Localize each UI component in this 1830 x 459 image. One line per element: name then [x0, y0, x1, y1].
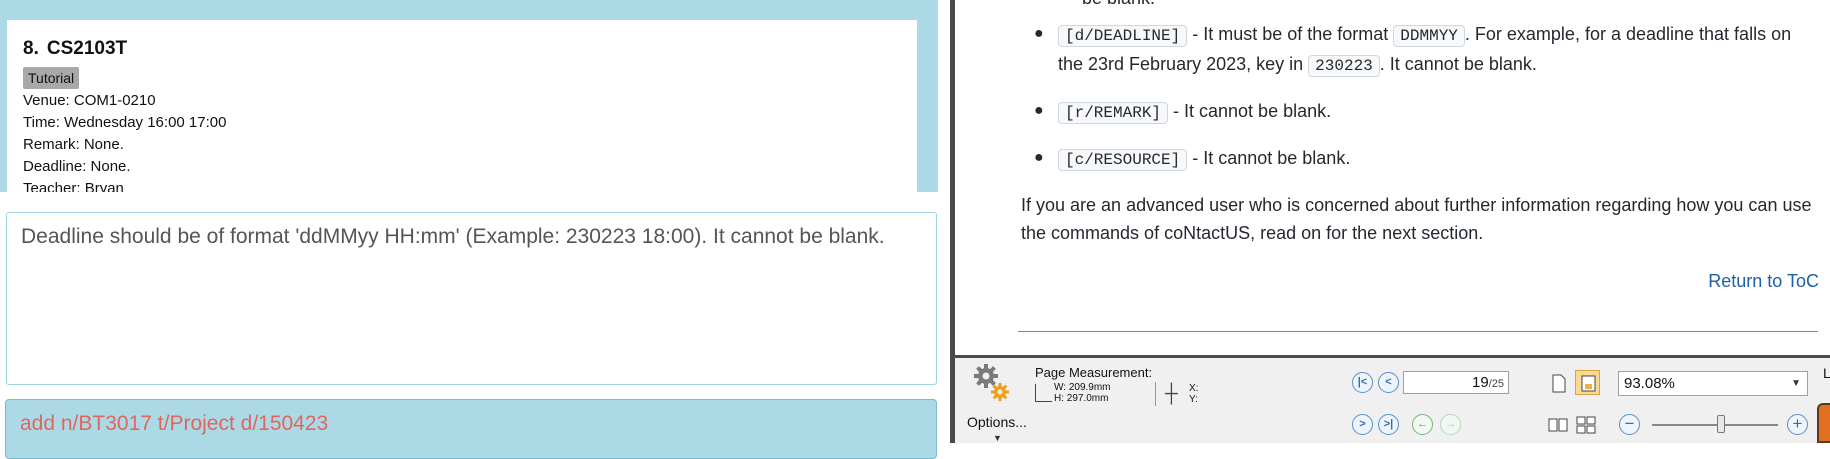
bullet-icon: ●: [1034, 149, 1044, 166]
chevron-down-icon[interactable]: ▼: [1791, 372, 1801, 395]
zoom-slider-thumb[interactable]: [1717, 415, 1726, 433]
forward-icon[interactable]: →: [1440, 414, 1461, 435]
module-card[interactable]: 8. CS2103T Tutorial Venue: COM1-0210 Time…: [7, 20, 917, 192]
grid-view-icon[interactable]: [1573, 412, 1598, 437]
page-number-input[interactable]: 19/25: [1403, 371, 1509, 394]
page-width: W: 209.9mm: [1054, 382, 1111, 393]
single-page-view-icon[interactable]: [1545, 370, 1570, 395]
options-button[interactable]: Options...: [967, 414, 1027, 430]
cursor-position-readout: ┼ X: Y:: [1165, 382, 1205, 406]
ruler-icon: [1035, 384, 1052, 402]
module-tag: Tutorial: [23, 67, 80, 89]
code-deadline: [d/DEADLINE]: [1058, 25, 1188, 47]
page-measurement-label: Page Measurement:: [1035, 365, 1153, 380]
module-teacher: Teacher: Bryan: [23, 180, 124, 192]
edge-label: L: [1823, 365, 1830, 381]
return-to-toc-link[interactable]: Return to ToC: [1708, 271, 1819, 292]
zoom-out-icon[interactable]: −: [1619, 414, 1640, 435]
module-time: Time: Wednesday 16:00 17:00: [23, 114, 227, 131]
code-ddmmyy: DDMMYY: [1393, 25, 1465, 47]
next-page-icon[interactable]: >: [1352, 414, 1373, 435]
code-resource: [c/RESOURCE]: [1058, 149, 1188, 171]
first-page-icon[interactable]: |<: [1352, 372, 1373, 393]
zoom-slider[interactable]: [1652, 424, 1778, 426]
side-panel-tab[interactable]: [1817, 403, 1830, 443]
fit-page-view-icon[interactable]: [1575, 370, 1600, 395]
back-icon[interactable]: ←: [1412, 414, 1433, 435]
module-index: 8.: [23, 38, 39, 59]
rule-remark: ● [r/REMARK] - It cannot be blank.: [1018, 97, 1818, 127]
module-list-scroll[interactable]: 8. CS2103T Tutorial Venue: COM1-0210 Time…: [0, 0, 938, 192]
code-230223: 230223: [1308, 55, 1380, 77]
bullet-icon: ●: [1034, 102, 1044, 119]
parameter-rules-list: ● [d/DEADLINE] - It must be of the forma…: [1018, 20, 1818, 174]
module-venue: Venue: COM1-0210: [23, 92, 156, 109]
rule-resource: ● [c/RESOURCE] - It cannot be blank.: [1018, 144, 1818, 174]
section-divider: [1018, 331, 1818, 332]
cursor-y: Y:: [1189, 394, 1198, 405]
chevron-down-icon[interactable]: ▼: [993, 433, 1002, 443]
result-message: Deadline should be of format 'ddMMyy HH:…: [21, 225, 885, 248]
last-page-icon[interactable]: >|: [1378, 414, 1399, 435]
two-page-view-icon[interactable]: [1545, 412, 1570, 437]
cut-off-line: be blank.: [1018, 0, 1818, 8]
module-deadline: Deadline: None.: [23, 158, 131, 175]
bullet-icon: ●: [1034, 25, 1044, 42]
rule-deadline-text-1: - It must be of the format: [1187, 24, 1394, 44]
current-page[interactable]: 19: [1472, 374, 1489, 391]
zoom-value: 93.08%: [1624, 375, 1675, 392]
rule-resource-text: - It cannot be blank.: [1187, 148, 1351, 168]
previous-page-icon[interactable]: <: [1378, 372, 1399, 393]
page-size-readout: W: 209.9mm H: 297.0mm: [1035, 381, 1147, 407]
advanced-user-paragraph: If you are an advanced user who is conce…: [1021, 195, 1812, 243]
viewer-toolbar: Options... ▼ Page Measurement: W: 209.9m…: [955, 358, 1830, 443]
gears-icon[interactable]: [972, 362, 1012, 404]
zoom-in-icon[interactable]: +: [1787, 414, 1808, 435]
pdf-viewer: be blank. ● [d/DEADLINE] - It must be of…: [955, 0, 1830, 443]
result-display[interactable]: Deadline should be of format 'ddMMyy HH:…: [6, 212, 937, 385]
pdf-page[interactable]: be blank. ● [d/DEADLINE] - It must be of…: [955, 0, 1830, 358]
toolbar-separator: [1155, 382, 1156, 406]
total-pages: /25: [1488, 378, 1504, 390]
crosshair-icon: ┼: [1165, 383, 1178, 403]
module-list-panel: 8. CS2103T Tutorial Venue: COM1-0210 Time…: [0, 0, 938, 192]
rule-deadline: ● [d/DEADLINE] - It must be of the forma…: [1018, 20, 1818, 80]
module-list-scrollbar[interactable]: [920, 0, 938, 192]
command-input[interactable]: add n/BT3017 t/Project d/150423: [20, 411, 922, 437]
command-box[interactable]: add n/BT3017 t/Project d/150423: [5, 399, 937, 459]
cursor-x: X:: [1189, 383, 1199, 394]
rule-deadline-text-3: . It cannot be blank.: [1379, 54, 1537, 74]
module-code: CS2103T: [46, 38, 128, 59]
module-remark: Remark: None.: [23, 136, 124, 153]
contactus-app: 8. CS2103T Tutorial Venue: COM1-0210 Time…: [0, 0, 952, 459]
module-card-title: 8. CS2103T: [23, 36, 901, 62]
code-remark: [r/REMARK]: [1058, 102, 1169, 124]
zoom-select[interactable]: 93.08% ▼: [1618, 371, 1808, 396]
page-height: H: 297.0mm: [1054, 393, 1109, 404]
rule-remark-text: - It cannot be blank.: [1168, 101, 1332, 121]
